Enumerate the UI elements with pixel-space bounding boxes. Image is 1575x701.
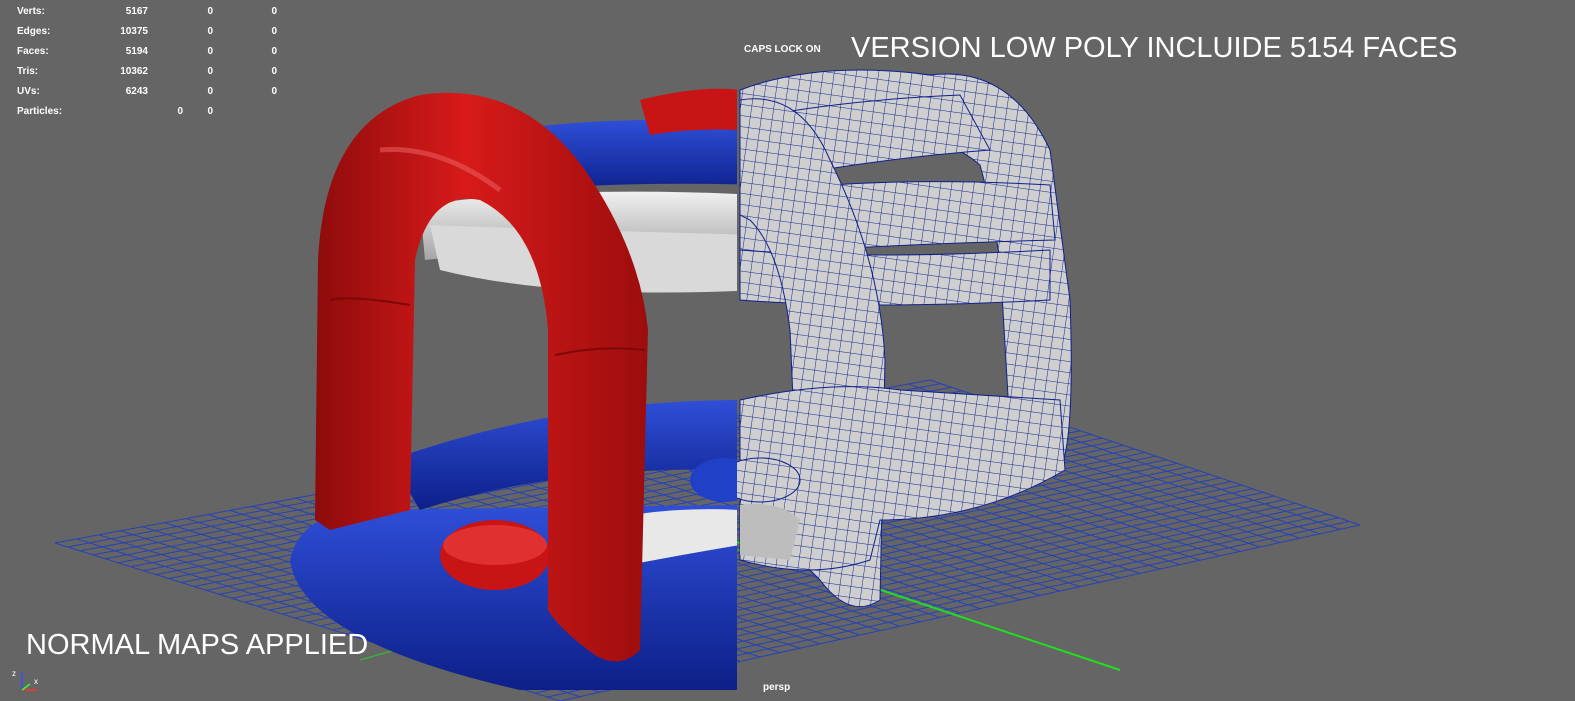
hud-value: 0 xyxy=(271,46,277,57)
hud-row-particles: Particles: 0 0 xyxy=(17,102,277,122)
hud-row-faces: Faces: 5194 0 0 xyxy=(17,42,277,62)
hud-row-edges: Edges: 10375 0 0 xyxy=(17,22,277,42)
hud-value: 0 xyxy=(271,66,277,77)
caps-lock-indicator: CAPS LOCK ON xyxy=(744,44,821,55)
hud-value: 0 xyxy=(271,26,277,37)
hud-label: Verts: xyxy=(17,6,45,17)
camera-name-label: persp xyxy=(763,682,791,693)
hud-value: 0 xyxy=(207,46,213,57)
hud-value: 0 xyxy=(177,106,183,117)
hud-label: Faces: xyxy=(17,46,49,57)
textured-model xyxy=(290,88,737,691)
overlay-title-normal-maps: NORMAL MAPS APPLIED xyxy=(26,629,369,661)
overlay-title-low-poly: VERSION LOW POLY INCLUIDE 5154 FACES xyxy=(851,32,1458,64)
hud-value: 0 xyxy=(207,6,213,17)
hud-value: 0 xyxy=(207,26,213,37)
hud-value: 0 xyxy=(207,106,213,117)
hud-value: 0 xyxy=(271,86,277,97)
axis-label-x: x xyxy=(34,677,38,686)
hud-value: 0 xyxy=(207,66,213,77)
hud-row-tris: Tris: 10362 0 0 xyxy=(17,62,277,82)
hud-row-uvs: UVs: 6243 0 0 xyxy=(17,82,277,102)
hud-value: 6243 xyxy=(125,86,148,97)
hud-value: 0 xyxy=(207,86,213,97)
hud-label: UVs: xyxy=(17,86,40,97)
hud-value: 10362 xyxy=(120,66,148,77)
hud-value: 0 xyxy=(271,6,277,17)
poly-count-hud: Verts: 5167 0 0 Edges: 10375 0 0 Faces: … xyxy=(17,2,277,122)
hud-value: 5167 xyxy=(125,6,148,17)
hud-label: Particles: xyxy=(17,106,63,117)
hud-label: Tris: xyxy=(17,66,39,77)
hud-row-verts: Verts: 5167 0 0 xyxy=(17,2,277,22)
axis-gizmo: z x xyxy=(12,669,38,691)
axis-label-z: z xyxy=(12,669,16,678)
hud-value: 10375 xyxy=(120,26,148,37)
hud-label: Edges: xyxy=(17,26,51,37)
hud-value: 5194 xyxy=(125,46,148,57)
